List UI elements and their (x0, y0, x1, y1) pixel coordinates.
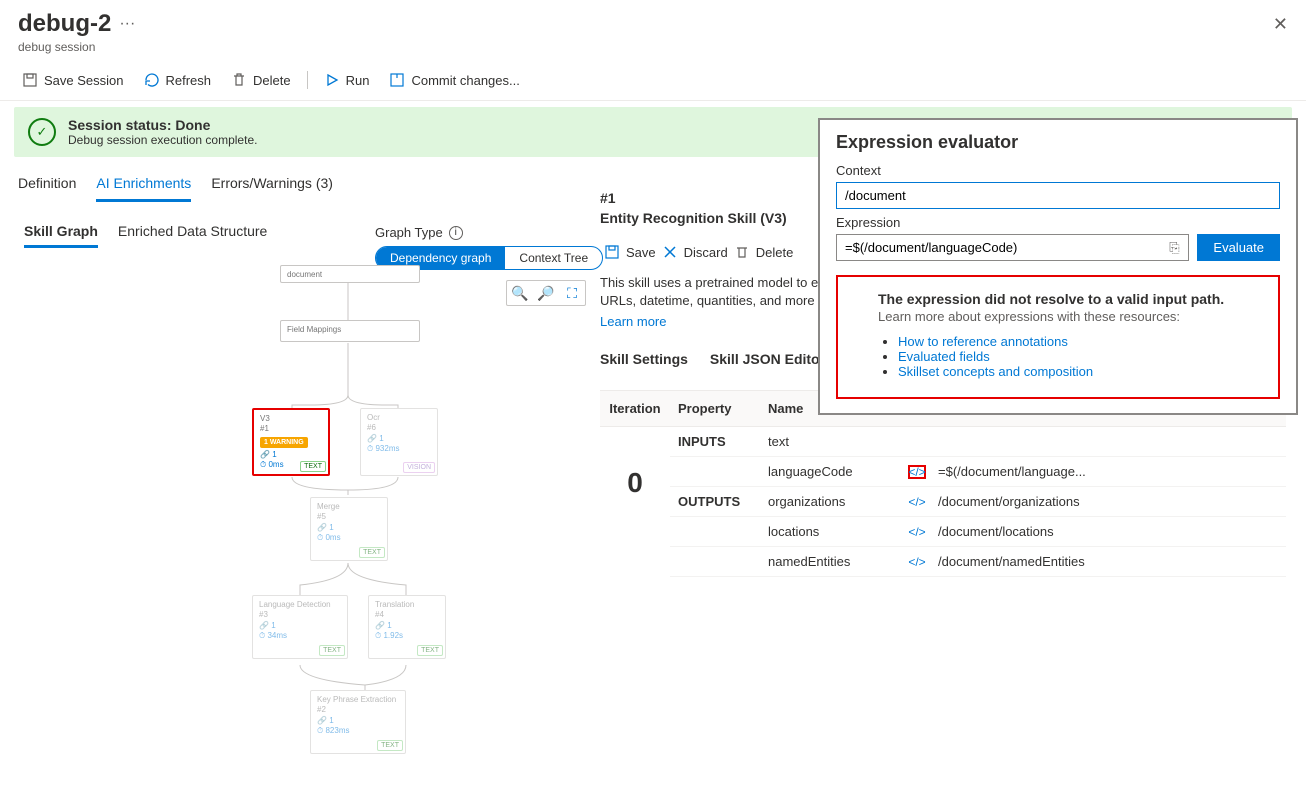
node-language-detection[interactable]: Language Detection#3 🔗 1 ⏱ 34ms TEXT (252, 595, 348, 659)
status-title: Session status: Done (68, 117, 257, 133)
close-icon[interactable]: ✕ (1273, 14, 1288, 35)
node-field-mappings[interactable]: Field Mappings (280, 320, 420, 342)
node-document[interactable]: document (280, 265, 420, 283)
skill-discard-button[interactable]: Discard (662, 244, 728, 260)
graph-connectors (250, 265, 590, 785)
tab-errors[interactable]: Errors/Warnings (3) (211, 167, 333, 202)
tab-skill-json[interactable]: Skill JSON Editor (710, 345, 825, 376)
save-icon (22, 72, 38, 88)
discard-icon (662, 244, 678, 260)
expression-evaluator-panel: Expression evaluator Context Expression … (818, 118, 1298, 415)
more-icon[interactable]: ··· (119, 15, 135, 33)
node-key-phrase[interactable]: Key Phrase Extraction#2 🔗 1 ⏱ 823ms TEXT (310, 690, 406, 754)
trash-icon (231, 72, 247, 88)
save-icon (604, 244, 620, 260)
row-text: INPUTS text (670, 427, 1286, 457)
learn-more-link[interactable]: Learn more (600, 314, 666, 329)
run-button[interactable]: Run (316, 68, 378, 92)
tab-definition[interactable]: Definition (18, 167, 76, 202)
save-session-button[interactable]: Save Session (14, 68, 132, 92)
expression-input[interactable] (837, 235, 1160, 260)
code-icon[interactable]: </> (908, 465, 926, 479)
evaluator-title: Expression evaluator (836, 132, 1280, 153)
node-ocr[interactable]: Ocr#6 🔗 1 ⏱ 932ms VISION (360, 408, 438, 476)
node-v3[interactable]: V3#1 1 WARNING 🔗 1 ⏱ 0ms TEXT (252, 408, 330, 476)
context-input[interactable] (836, 182, 1280, 209)
execution-grid: Iteration Property Name 0 INPUTS text la… (600, 390, 1286, 577)
subtab-skill-graph[interactable]: Skill Graph (24, 217, 98, 248)
delete-session-button[interactable]: Delete (223, 68, 299, 92)
node-translation[interactable]: Translation#4 🔗 1 ⏱ 1.92s TEXT (368, 595, 446, 659)
page-title: debug-2 (18, 10, 111, 38)
commit-icon (389, 72, 405, 88)
row-named-entities: namedEntities </> /document/namedEntitie… (670, 547, 1286, 577)
link-skillset-concepts[interactable]: Skillset concepts and composition (898, 364, 1093, 379)
skill-save-button[interactable]: Save (604, 244, 656, 260)
tab-skill-settings[interactable]: Skill Settings (600, 345, 688, 376)
subtab-enriched-data[interactable]: Enriched Data Structure (118, 217, 267, 248)
node-merge[interactable]: Merge#5 🔗 1 ⏱ 0ms TEXT (310, 497, 388, 561)
page-subtitle: debug session (18, 40, 1288, 54)
refresh-icon (144, 72, 160, 88)
toolbar: Save Session Refresh Delete Run Commit c… (0, 58, 1306, 101)
code-icon[interactable]: </> (908, 495, 926, 509)
row-organizations: OUTPUTS organizations </> /document/orga… (670, 487, 1286, 517)
link-evaluated-fields[interactable]: Evaluated fields (898, 349, 990, 364)
skill-graph-canvas: document Field Mappings V3#1 1 WARNING 🔗… (250, 265, 590, 775)
row-locations: locations </> /document/locations (670, 517, 1286, 547)
evaluate-button[interactable]: Evaluate (1197, 234, 1280, 261)
iteration-value: 0 (600, 427, 670, 577)
refresh-button[interactable]: Refresh (136, 68, 220, 92)
skill-delete-button[interactable]: Delete (734, 244, 794, 260)
link-reference-annotations[interactable]: How to reference annotations (898, 334, 1068, 349)
row-language-code: languageCode </> =$(/document/language..… (670, 457, 1286, 487)
trash-icon (734, 244, 750, 260)
commit-button[interactable]: Commit changes... (381, 68, 527, 92)
code-icon[interactable]: </> (908, 555, 926, 569)
copy-icon[interactable]: ⎘ (1160, 240, 1188, 256)
evaluator-error-box: The expression did not resolve to a vali… (836, 275, 1280, 399)
info-icon[interactable]: i (449, 226, 463, 240)
code-icon[interactable]: </> (908, 525, 926, 539)
check-icon: ✓ (28, 118, 56, 146)
graph-type-control: Graph Typei Dependency graph Context Tre… (375, 225, 603, 270)
tab-ai-enrichments[interactable]: AI Enrichments (96, 167, 191, 202)
status-subtitle: Debug session execution complete. (68, 133, 257, 147)
play-icon (324, 72, 340, 88)
